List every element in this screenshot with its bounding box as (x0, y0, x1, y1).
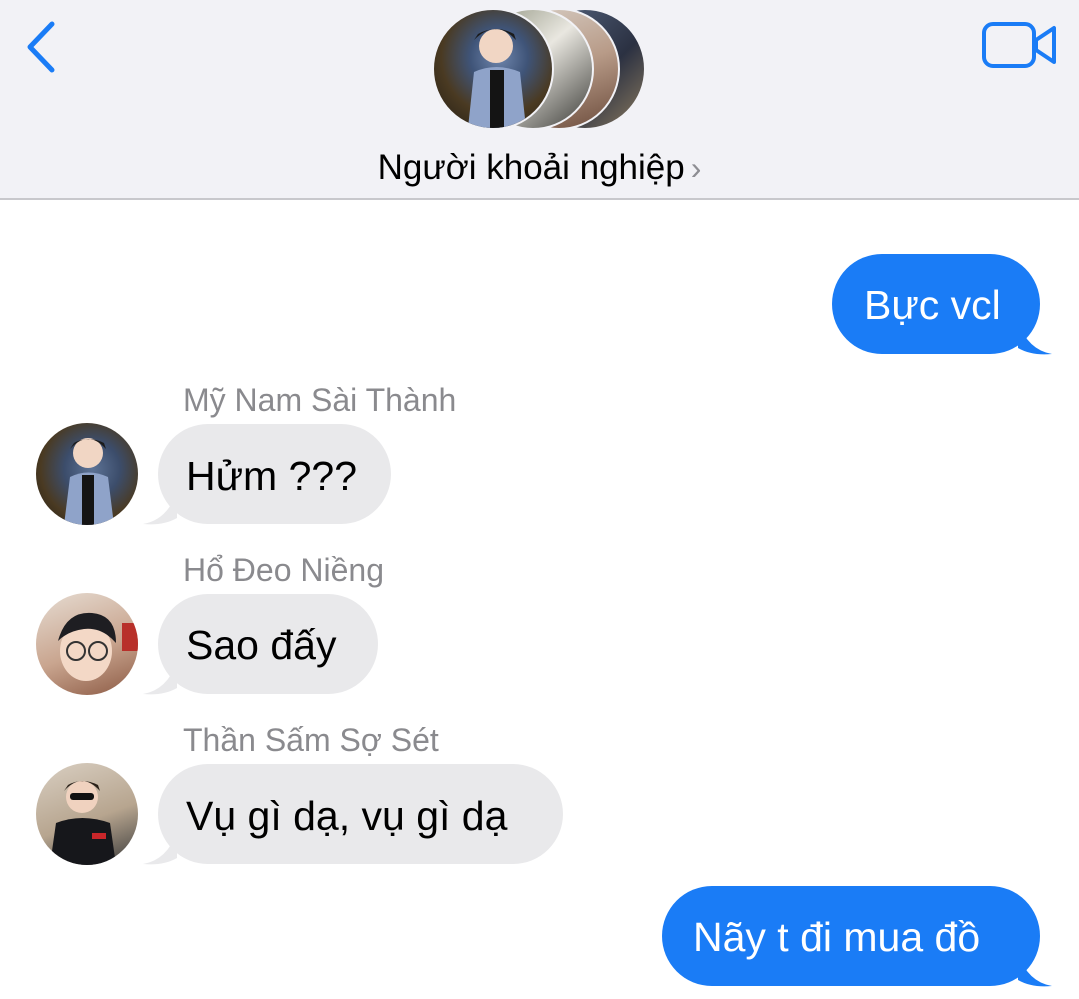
bubble-tail (1018, 322, 1052, 355)
group-name: Người khoải nghiệp (377, 148, 685, 187)
back-button[interactable] (20, 18, 64, 76)
bubble-tail (143, 662, 177, 695)
message-text: Hửm ??? (186, 453, 358, 499)
message-text: Sao đấy (186, 622, 337, 668)
message-bubble-incoming[interactable]: Vụ gì dạ, vụ gì dạ (158, 764, 563, 864)
avatar[interactable] (36, 763, 138, 865)
message-bubble-outgoing[interactable]: Nãy t đi mua đồ (662, 886, 1040, 986)
sender-name: Thần Sấm Sợ Sét (183, 722, 439, 758)
message-text: Vụ gì dạ, vụ gì dạ (186, 793, 508, 839)
message-text: Nãy t đi mua đồ (693, 914, 981, 960)
group-avatar-stack[interactable] (432, 8, 652, 132)
conversation-header: Người khoải nghiệp › (0, 0, 1079, 200)
avatar[interactable] (36, 423, 138, 525)
avatar[interactable] (36, 593, 138, 695)
message-bubble-outgoing[interactable]: Bực vcl (832, 254, 1040, 354)
chevron-right-icon: › (690, 150, 702, 186)
group-name-button[interactable]: Người khoải nghiệp › (0, 148, 1079, 188)
video-call-button[interactable] (980, 20, 1060, 70)
person-silhouette-icon (64, 438, 114, 525)
bubble-tail (143, 832, 177, 865)
group-member-avatar (432, 8, 554, 130)
person-silhouette-icon (468, 29, 526, 128)
sender-name: Hổ Đeo Niềng (183, 552, 384, 588)
bubble-tail (143, 492, 177, 525)
message-bubble-incoming[interactable]: Sao đấy (158, 594, 378, 694)
message-text: Bực vcl (864, 282, 1001, 328)
chevron-left-icon (27, 21, 55, 73)
message-bubble-incoming[interactable]: Hửm ??? (158, 424, 391, 524)
sender-name: Mỹ Nam Sài Thành (183, 382, 457, 418)
video-camera-icon (982, 22, 1056, 68)
bubble-tail (1018, 954, 1052, 987)
person-silhouette-icon (50, 781, 116, 865)
person-face-icon (58, 612, 138, 681)
